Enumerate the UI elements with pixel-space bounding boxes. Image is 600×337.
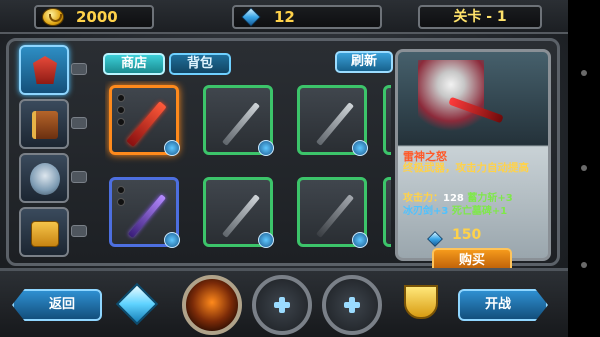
gem-badge-icon bbox=[164, 140, 180, 156]
tab-bag[interactable]: 背包 bbox=[169, 53, 231, 75]
slot-pip bbox=[117, 186, 125, 194]
gold-value: 2000 bbox=[76, 8, 118, 26]
back-button[interactable]: 返回 bbox=[12, 289, 102, 321]
death-tombstone-bonus: 死亡墓碑+1 bbox=[451, 206, 508, 217]
spear-icon bbox=[221, 102, 261, 146]
nav-back-icon[interactable] bbox=[581, 70, 587, 76]
skill-slot-empty[interactable] bbox=[322, 275, 382, 335]
gem-badge-icon bbox=[258, 140, 274, 156]
sidebar-connector bbox=[71, 117, 87, 129]
skill-slot-equipped[interactable] bbox=[182, 275, 242, 335]
sidebar-item-book[interactable] bbox=[19, 99, 69, 149]
item-price: 150 bbox=[452, 227, 482, 243]
plus-icon bbox=[344, 297, 360, 313]
shop-panel: 商店 背包 刷新 雷神之怒 终极武器，攻击力自动提高 攻击力：128 蓄力斩+3… bbox=[6, 38, 560, 274]
gem-badge-icon bbox=[352, 140, 368, 156]
nav-recent-icon[interactable] bbox=[581, 262, 587, 268]
sidebar-item-gift[interactable] bbox=[19, 207, 69, 257]
sidebar-connector bbox=[71, 171, 87, 183]
item-slot[interactable] bbox=[203, 177, 274, 248]
plus-icon bbox=[274, 297, 290, 313]
sidebar-item-emblem[interactable] bbox=[19, 45, 69, 95]
item-slot[interactable] bbox=[383, 177, 391, 247]
bonus-stat: 冰刃剑+3 死亡墓碑+1 bbox=[403, 202, 507, 217]
gem-badge-icon bbox=[164, 232, 180, 248]
trophy-icon[interactable] bbox=[404, 285, 438, 319]
system-nav-bar bbox=[568, 0, 600, 337]
refresh-button[interactable]: 刷新 bbox=[335, 51, 393, 73]
item-slot[interactable] bbox=[383, 85, 391, 155]
tab-shop[interactable]: 商店 bbox=[103, 53, 165, 75]
sword-icon bbox=[315, 102, 355, 146]
slot-pip bbox=[117, 198, 125, 206]
crystal-icon bbox=[241, 7, 261, 27]
coin-icon bbox=[42, 8, 64, 26]
ice-blade-bonus: 冰刃剑+3 bbox=[403, 206, 449, 217]
diamond-icon[interactable] bbox=[115, 282, 159, 326]
dark-sword-icon bbox=[315, 194, 355, 238]
crystal-value: 12 bbox=[274, 8, 295, 26]
hero-icon bbox=[30, 163, 60, 195]
slot-pip bbox=[117, 118, 125, 126]
sidebar-item-hero[interactable] bbox=[19, 153, 69, 203]
item-description: 终极武器，攻击力自动提高 bbox=[403, 162, 529, 174]
item-detail-panel: 雷神之怒 终极武器，攻击力自动提高 攻击力：128 蓄力斩+3 冰刃剑+3 死亡… bbox=[395, 49, 551, 274]
slot-pip bbox=[117, 94, 125, 102]
skill-slot-empty[interactable] bbox=[252, 275, 312, 335]
crystal-counter: 12 bbox=[232, 5, 382, 29]
purple-sword-icon bbox=[127, 194, 167, 238]
gift-icon bbox=[31, 221, 59, 247]
sidebar-connector bbox=[71, 225, 87, 237]
gem-badge-icon bbox=[352, 232, 368, 248]
nav-home-icon[interactable] bbox=[581, 165, 587, 171]
sidebar-connector bbox=[71, 63, 87, 75]
item-slot[interactable] bbox=[297, 85, 368, 156]
game-screen: 2000 12 关卡 - 1 商店 背包 刷新 雷神之怒 终极武器，攻击力自动提… bbox=[0, 0, 568, 337]
level-label: 关卡 - 1 bbox=[418, 5, 542, 29]
item-grid bbox=[105, 81, 391, 259]
item-slot[interactable] bbox=[297, 177, 368, 248]
emblem-icon bbox=[33, 56, 57, 84]
gold-counter: 2000 bbox=[34, 5, 154, 29]
item-slot[interactable] bbox=[109, 85, 180, 156]
crystal-icon bbox=[427, 231, 443, 247]
red-sword-icon bbox=[126, 101, 167, 147]
item-slot[interactable] bbox=[109, 177, 180, 248]
item-slot[interactable] bbox=[203, 85, 274, 156]
spear-icon bbox=[221, 194, 261, 238]
bottom-bar: 返回 开战 bbox=[0, 268, 568, 337]
top-bar: 2000 12 关卡 - 1 bbox=[0, 0, 568, 34]
slot-pip bbox=[117, 106, 125, 114]
book-icon bbox=[32, 111, 58, 139]
start-battle-button[interactable]: 开战 bbox=[458, 289, 548, 321]
gem-badge-icon bbox=[258, 232, 274, 248]
